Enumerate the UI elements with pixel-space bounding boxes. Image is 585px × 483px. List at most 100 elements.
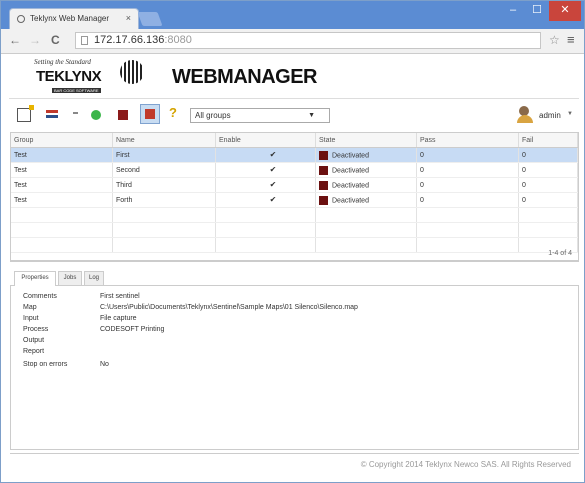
maximize-button[interactable]: ☐ bbox=[525, 1, 549, 21]
start-icon[interactable] bbox=[91, 110, 101, 120]
close-window-button[interactable]: ✕ bbox=[549, 1, 581, 21]
tab-log[interactable]: Log bbox=[84, 271, 104, 285]
new-sentinel-icon[interactable] bbox=[17, 105, 34, 122]
cell-group: Test bbox=[11, 147, 113, 163]
enabled-checkbox[interactable]: ✔ bbox=[269, 181, 277, 189]
state-color-icon bbox=[319, 150, 328, 160]
state-color-icon bbox=[319, 195, 328, 205]
state-label: Deactivated bbox=[332, 166, 369, 174]
logo-tagline: Setting the Standard bbox=[34, 58, 91, 66]
cell-state: Deactivated bbox=[315, 147, 417, 163]
user-name: admin bbox=[539, 111, 561, 120]
table-body: Test First ✔ Deactivated 0 0 Test Second… bbox=[11, 147, 578, 253]
help-icon[interactable]: ? bbox=[169, 105, 183, 120]
tab-jobs[interactable]: Jobs bbox=[58, 271, 82, 285]
cell-state: Deactivated bbox=[315, 162, 417, 178]
group-filter-value: All groups bbox=[195, 111, 231, 120]
tab-properties[interactable]: Properties bbox=[14, 271, 56, 286]
minimize-button[interactable]: – bbox=[501, 1, 525, 21]
enabled-checkbox[interactable]: ✔ bbox=[269, 166, 277, 174]
prop-label-input: Input bbox=[23, 315, 39, 322]
state-label: Deactivated bbox=[332, 181, 369, 189]
prop-value-stop-on-errors: No bbox=[100, 361, 109, 368]
state-color-icon bbox=[319, 165, 328, 175]
browser-tab[interactable]: Teklynx Web Manager × bbox=[9, 8, 139, 29]
state-label: Deactivated bbox=[332, 151, 369, 159]
detail-tabs: Properties Jobs Log bbox=[10, 269, 579, 286]
sentinel-grid: Group Name Enable State Pass Fail Test F… bbox=[10, 132, 579, 262]
cell-state: Deactivated bbox=[315, 177, 417, 193]
enabled-checkbox[interactable]: ✔ bbox=[269, 196, 277, 204]
state-label: Deactivated bbox=[332, 196, 369, 204]
state-color-icon bbox=[319, 180, 328, 190]
user-caret-icon: ▼ bbox=[567, 111, 573, 117]
cell-fail: 0 bbox=[518, 192, 578, 208]
back-arrow-icon[interactable]: ← bbox=[9, 33, 21, 47]
cell-enable: ✔ bbox=[215, 162, 316, 178]
browser-window: Teklynx Web Manager × – ☐ ✕ ← → C 172.17… bbox=[0, 0, 585, 483]
empty-row bbox=[11, 222, 578, 238]
prop-value-map: C:\Users\Public\Documents\Teklynx\Sentin… bbox=[100, 304, 358, 311]
cell-fail: 0 bbox=[518, 162, 578, 178]
url-field[interactable]: 172.17.66.136:8080 bbox=[75, 32, 541, 49]
new-tab-button[interactable] bbox=[137, 12, 163, 26]
table-row[interactable]: Test Second ✔ Deactivated 0 0 bbox=[11, 162, 578, 178]
logo-subtitle: BAR CODE SOFTWARE bbox=[52, 88, 101, 93]
cell-pass: 0 bbox=[416, 192, 519, 208]
group-filter-select[interactable]: All groups ▼ bbox=[190, 108, 330, 123]
page-icon bbox=[81, 36, 88, 45]
column-header-pass[interactable]: Pass bbox=[416, 133, 519, 148]
cell-name: Forth bbox=[112, 192, 216, 208]
table-row[interactable]: Test Forth ✔ Deactivated 0 0 bbox=[11, 192, 578, 208]
cell-group: Test bbox=[11, 177, 113, 193]
prop-value-process: CODESOFT Printing bbox=[100, 326, 165, 333]
cell-name: Third bbox=[112, 177, 216, 193]
prop-label-comments: Comments bbox=[23, 293, 57, 300]
cell-group: Test bbox=[11, 192, 113, 208]
prop-value-input: File capture bbox=[100, 315, 137, 322]
column-header-group[interactable]: Group bbox=[11, 133, 113, 148]
header-divider bbox=[9, 98, 579, 99]
pager-label: 1-4 of 4 bbox=[10, 247, 579, 261]
table-row[interactable]: Test Third ✔ Deactivated 0 0 bbox=[11, 177, 578, 193]
app-header: Setting the Standard TEKLYNX BAR CODE SO… bbox=[1, 54, 584, 99]
teklynx-logo: Setting the Standard TEKLYNX BAR CODE SO… bbox=[34, 58, 144, 96]
cell-group: Test bbox=[11, 162, 113, 178]
cell-fail: 0 bbox=[518, 147, 578, 163]
column-header-fail[interactable]: Fail bbox=[518, 133, 578, 148]
title-bar: Teklynx Web Manager × – ☐ ✕ bbox=[1, 1, 584, 29]
cell-pass: 0 bbox=[416, 162, 519, 178]
cell-name: Second bbox=[112, 162, 216, 178]
footer-copyright: © Copyright 2014 Teklynx Newco SAS. All … bbox=[10, 453, 579, 475]
cell-fail: 0 bbox=[518, 177, 578, 193]
log-icon[interactable] bbox=[140, 104, 160, 124]
stop-icon[interactable] bbox=[118, 110, 128, 120]
edit-sentinel-icon[interactable] bbox=[46, 110, 62, 119]
remove-sentinel-icon[interactable] bbox=[73, 112, 78, 114]
cell-pass: 0 bbox=[416, 177, 519, 193]
tab-close-icon[interactable]: × bbox=[126, 13, 131, 23]
forward-arrow-icon[interactable]: → bbox=[29, 33, 41, 47]
enabled-checkbox[interactable]: ✔ bbox=[269, 151, 277, 159]
bookmark-star-icon[interactable]: ☆ bbox=[549, 33, 560, 47]
prop-label-stop-on-errors: Stop on errors bbox=[23, 361, 68, 368]
logo-brand: TEKLYNX bbox=[36, 68, 102, 85]
reload-icon[interactable]: C bbox=[51, 33, 60, 47]
user-avatar-icon bbox=[517, 106, 535, 124]
column-header-state[interactable]: State bbox=[315, 133, 417, 148]
prop-label-map: Map bbox=[23, 304, 37, 311]
column-header-enable[interactable]: Enable bbox=[215, 133, 316, 148]
cell-name: First bbox=[112, 147, 216, 163]
empty-row bbox=[11, 207, 578, 223]
column-header-name[interactable]: Name bbox=[112, 133, 216, 148]
user-menu[interactable]: admin ▼ bbox=[517, 106, 577, 124]
table-row[interactable]: Test First ✔ Deactivated 0 0 bbox=[11, 147, 578, 163]
properties-panel: Comments First sentinel Map C:\Users\Pub… bbox=[10, 285, 579, 450]
sentinel-table: Group Name Enable State Pass Fail Test F… bbox=[11, 133, 578, 253]
menu-icon[interactable]: ≡ bbox=[567, 32, 575, 47]
prop-label-output: Output bbox=[23, 337, 45, 344]
prop-value-comments: First sentinel bbox=[100, 293, 140, 300]
cell-enable: ✔ bbox=[215, 147, 316, 163]
url-host: 172.17.66.136 bbox=[94, 34, 165, 46]
toolbar: ? All groups ▼ admin ▼ bbox=[1, 100, 584, 130]
